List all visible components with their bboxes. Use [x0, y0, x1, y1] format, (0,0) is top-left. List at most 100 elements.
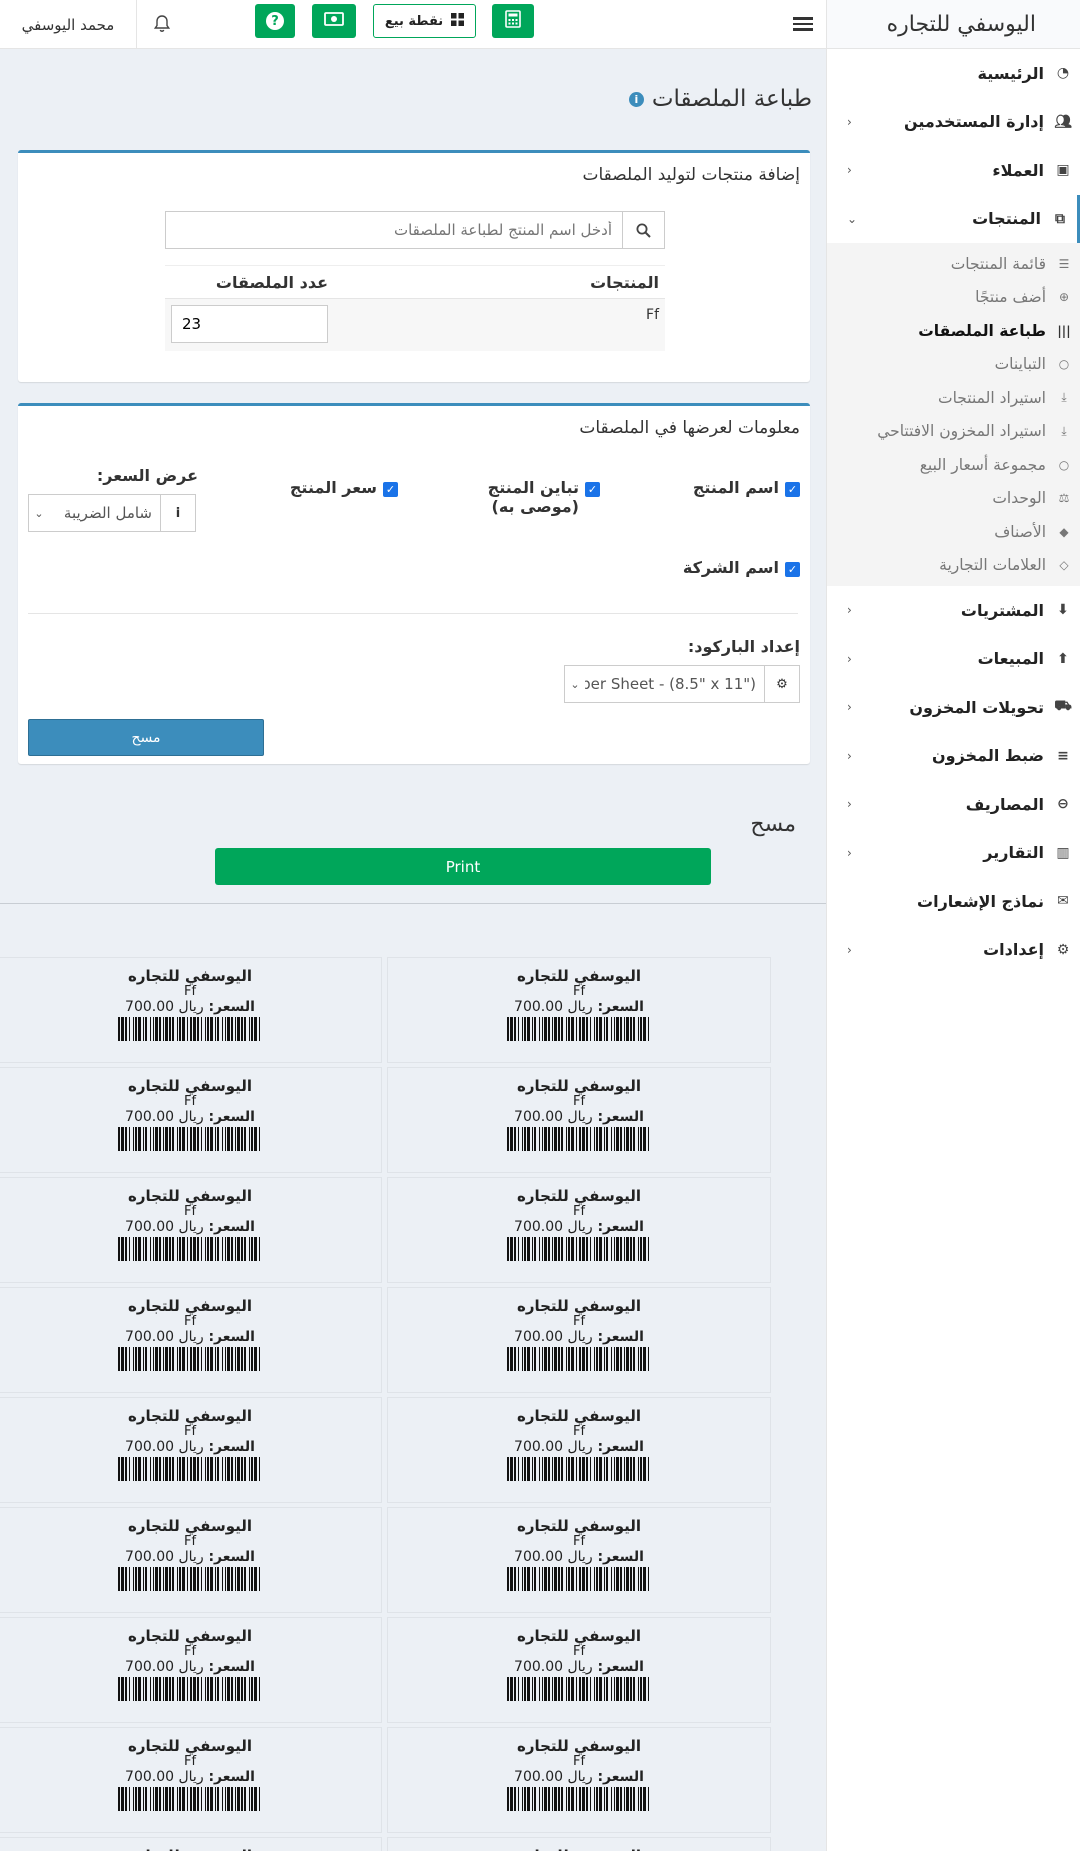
page-title: طباعة الملصقات i — [628, 86, 812, 112]
calculator-icon — [505, 10, 521, 32]
barcode-label: اليوسفي للتجارهFfالسعر: ريال 700.00 — [0, 1397, 382, 1503]
brand-logo[interactable]: اليوسفي للتجاره — [827, 0, 1080, 49]
product-name-checkbox[interactable]: ✓ اسم المنتج — [693, 478, 800, 497]
col-labels-count: عدد الملصقات — [165, 265, 334, 299]
price-display-value: شامل الضريبة — [63, 504, 152, 522]
sidebar-item-customers[interactable]: ▣ العملاء ‹ — [827, 146, 1080, 195]
sidebar-item-reports[interactable]: ▥ التقارير ‹ — [827, 829, 1080, 878]
sidebar-item-home[interactable]: ◔ الرئيسية — [827, 49, 1080, 98]
sidebar-item-stock-adjustment[interactable]: ≡ ضبط المخزون ‹ — [827, 732, 1080, 781]
label-price: السعر: ريال 700.00 — [514, 1659, 644, 1675]
question-circle-icon: ? — [266, 12, 284, 30]
notifications-bell-icon[interactable] — [150, 12, 174, 36]
product-search-input[interactable] — [166, 212, 622, 248]
chevron-left-icon: ‹ — [847, 603, 852, 618]
submenu-label: الأصناف — [994, 522, 1046, 541]
labels-count-input[interactable] — [171, 305, 328, 343]
barcode-image — [118, 1787, 260, 1811]
product-variation-checkbox[interactable]: ✓ تباين المنتج (موصى به) — [460, 478, 600, 516]
barcode-setting-select[interactable]: ⚙ 20 Labels per Sheet - (8.5" x 11") ⌄ — [564, 665, 800, 703]
submenu-item-selling-price-group[interactable]: ○ مجموعة أسعار البيع — [827, 448, 1080, 482]
label-price: السعر: ريال 700.00 — [514, 1219, 644, 1235]
submenu-item-import-opening-stock[interactable]: ⤓ استيراد المخزون الافتتاحي — [827, 415, 1080, 449]
labels-preview: اليوسفي للتجاره Ff السعر: ريال 700.00 اليوس… — [0, 903, 826, 1851]
sidebar-item-label: نماذج الإشعارات — [917, 891, 1044, 911]
sidebar-item-products[interactable]: ⧉ المنتجات ⌄ — [827, 194, 1080, 243]
label-price: السعر: ريال 700.00 — [514, 1769, 644, 1785]
grid-icon — [451, 12, 465, 30]
sidebar-item-sales[interactable]: ⬆ المبيعات ‹ — [827, 635, 1080, 684]
label-price: السعر: ريال 700.00 — [125, 1439, 255, 1455]
submenu-item-import-products[interactable]: ⤓ استيراد المنتجات — [827, 381, 1080, 415]
company-name-checkbox[interactable]: ✓ اسم الشركة — [683, 558, 800, 577]
circle-icon: ○ — [1058, 457, 1070, 472]
barcode-label: اليوسفي للتجارهFfالسعر: ريال 700.00 — [0, 1507, 382, 1613]
label-product-name: Ff — [572, 1754, 586, 1769]
label-product-name: Ff — [183, 1314, 197, 1329]
sidebar-item-expenses[interactable]: ⊖ المصاريف ‹ — [827, 780, 1080, 829]
label-price: السعر: ريال 700.00 — [125, 1549, 255, 1565]
barcode-image — [118, 1567, 260, 1591]
page-title-text: طباعة الملصقات — [651, 86, 812, 112]
sidebar-item-notification-templates[interactable]: ✉ نماذج الإشعارات — [827, 877, 1080, 926]
label-price: السعر: ريال 700.00 — [125, 1769, 255, 1785]
barcode-image — [118, 1017, 260, 1041]
sidebar-item-purchases[interactable]: ⬇ المشتريات ‹ — [827, 586, 1080, 635]
barcode-label: اليوسفي للتجارهFfالسعر: ريال 700.00 — [387, 1727, 771, 1833]
label-business-name: اليوسفي للتجاره — [127, 967, 253, 985]
submenu-label: مجموعة أسعار البيع — [919, 455, 1046, 474]
cubes-icon: ⧉ — [1055, 210, 1065, 227]
submenu-item-add-product[interactable]: ⊕ أضف منتجًا — [827, 281, 1080, 315]
info-icon[interactable]: i — [628, 91, 644, 107]
minus-circle-icon: ⊖ — [1057, 796, 1069, 813]
checkbox-label: اسم الشركة — [682, 558, 779, 577]
top-navbar: محمد اليوسفي ? نقطة بيع — [0, 0, 826, 49]
submenu-item-variations[interactable]: ○ التباينات — [827, 348, 1080, 382]
barcode-label: اليوسفي للتجارهFfالسعر: ريال 700.00 — [0, 1177, 382, 1283]
barcode-label: اليوسفي للتجارهFfالسعر: ريال 700.00 — [0, 1837, 382, 1851]
label-price: السعر: ريال 700.00 — [514, 1439, 644, 1455]
label-business-name: اليوسفي للتجاره — [127, 1077, 253, 1095]
barcode-image — [118, 1677, 260, 1701]
label-price: السعر: ريال 700.00 — [514, 1329, 644, 1345]
pos-button[interactable]: نقطة بيع — [373, 4, 476, 38]
table-row: Ff — [165, 298, 665, 351]
barcode-image — [507, 1787, 649, 1811]
checkbox-label: سعر المنتج — [289, 478, 377, 497]
price-display-select[interactable]: i شامل الضريبة ⌄ — [28, 494, 196, 532]
label-business-name: اليوسفي للتجاره — [127, 1407, 253, 1425]
submenu-item-brands[interactable]: ◇ العلامات التجارية — [827, 549, 1080, 583]
sidebar-item-label: إعدادات — [983, 940, 1044, 960]
cash-register-button[interactable] — [312, 4, 356, 38]
user-menu[interactable]: محمد اليوسفي — [0, 0, 137, 49]
submenu-item-product-list[interactable]: ☰ قائمة المنتجات — [827, 247, 1080, 281]
barcode-image — [507, 1237, 649, 1261]
label-business-name: اليوسفي للتجاره — [127, 1627, 253, 1645]
help-button[interactable]: ? — [255, 4, 295, 38]
sidebar-item-user-management[interactable]: 👥︎ إدارة المستخدمين ‹ — [827, 98, 1080, 147]
sidebar-item-label: ضبط المخزون — [932, 746, 1044, 766]
print-button[interactable]: Print — [215, 848, 711, 885]
circle-icon: ○ — [1058, 357, 1070, 372]
product-price-checkbox[interactable]: ✓ سعر المنتج — [290, 478, 398, 497]
barcode-icon: ||| — [1057, 323, 1071, 338]
chevron-left-icon: ‹ — [847, 797, 852, 812]
barcode-setting-label: إعداد الباركود: — [687, 637, 800, 656]
calculator-button[interactable] — [492, 4, 534, 38]
submenu-item-categories[interactable]: ◆ الأصناف — [827, 515, 1080, 549]
sidebar-toggle-icon[interactable] — [793, 12, 813, 36]
label-business-name: اليوسفي للتجاره — [516, 1077, 642, 1095]
label-business-name: اليوسفي للتجاره — [127, 1737, 253, 1755]
clear-button[interactable]: مسح — [28, 719, 264, 756]
preview-title: مسح — [750, 812, 796, 837]
chevron-left-icon: ‹ — [847, 114, 852, 129]
label-business-name: اليوسفي للتجاره — [516, 1297, 642, 1315]
submenu-item-print-labels[interactable]: ||| طباعة الملصقات — [827, 314, 1080, 348]
label-product-name: Ff — [572, 1534, 586, 1549]
sidebar-item-settings[interactable]: ⚙ إعدادات ‹ — [827, 926, 1080, 975]
barcode-label: اليوسفي للتجارهFfالسعر: ريال 700.00 — [387, 1617, 771, 1723]
submenu-item-units[interactable]: ⚖ الوحدات — [827, 482, 1080, 516]
chevron-left-icon: ‹ — [847, 700, 852, 715]
sidebar-item-stock-transfers[interactable]: ⛟ تحويلات المخزون ‹ — [827, 683, 1080, 732]
barcode-label: اليوسفي للتجارهFfالسعر: ريال 700.00 — [0, 957, 382, 1063]
